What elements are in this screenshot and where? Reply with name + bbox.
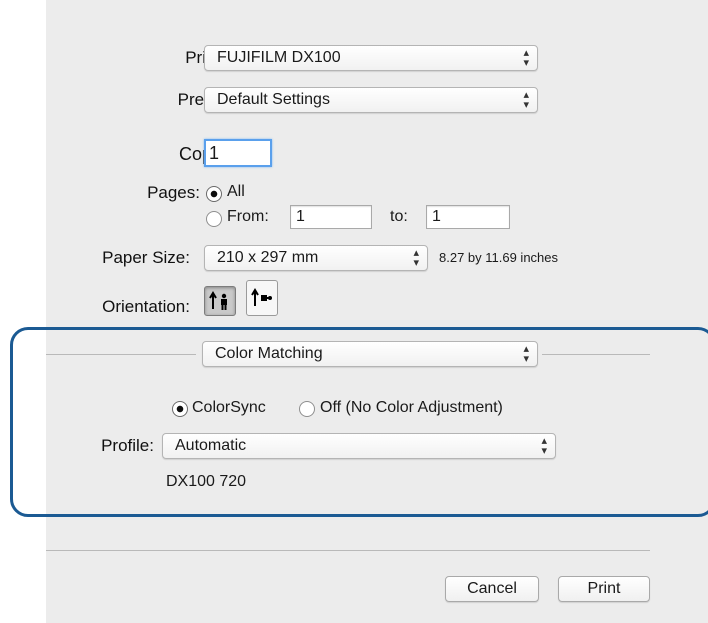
no-color-adjustment-label: Off (No Color Adjustment)	[320, 399, 503, 416]
pages-label: Pages:	[147, 183, 200, 202]
up-down-arrows-icon: ▴ ▾	[523, 343, 529, 365]
up-down-arrows-icon: ▴ ▾	[541, 435, 547, 457]
profile-label: Profile:	[101, 436, 154, 455]
presets-value: Default Settings	[217, 91, 330, 108]
paper-size-popup[interactable]: 210 x 297 mm ▴ ▾	[204, 245, 428, 271]
pages-to-label: to:	[390, 208, 408, 225]
pages-from-field[interactable]: 1	[290, 205, 372, 229]
printer-value: FUJIFILM DX100	[217, 49, 341, 66]
pages-from-label: From:	[227, 208, 269, 225]
up-down-arrows-icon: ▴ ▾	[523, 47, 529, 69]
colorsync-label: ColorSync	[192, 399, 266, 416]
section-separator-right	[542, 354, 650, 355]
up-down-arrows-icon: ▴ ▾	[523, 89, 529, 111]
portrait-orientation-icon	[209, 291, 227, 310]
print-button[interactable]: Print	[558, 576, 650, 602]
profile-popup[interactable]: Automatic ▴ ▾	[162, 433, 556, 459]
colorsync-radio[interactable]	[172, 401, 188, 417]
print-dialog: Printer: FUJIFILM DX100 ▴▾ Presets: Defa…	[46, 0, 708, 623]
copies-field[interactable]: 1	[204, 139, 272, 167]
paper-size-value: 210 x 297 mm	[217, 249, 319, 266]
profile-name: DX100 720	[166, 473, 247, 490]
portrait-orientation-button[interactable]	[204, 286, 236, 316]
paper-size-label: Paper Size:	[102, 248, 190, 267]
pages-all-radio[interactable]	[206, 186, 222, 202]
section-separator-left	[46, 354, 196, 355]
pages-from-radio[interactable]	[206, 211, 222, 227]
bottom-separator	[46, 550, 650, 551]
cancel-button[interactable]: Cancel	[445, 576, 539, 602]
landscape-orientation-icon	[251, 288, 272, 306]
pages-all-label: All	[227, 183, 245, 200]
section-value: Color Matching	[215, 345, 323, 362]
profile-value: Automatic	[175, 437, 247, 454]
orientation-label: Orientation:	[102, 297, 190, 316]
presets-popup[interactable]: Default Settings ▴ ▾	[204, 87, 538, 113]
printer-popup[interactable]: FUJIFILM DX100 ▴ ▾	[204, 45, 538, 71]
pages-to-field[interactable]: 1	[426, 205, 510, 229]
paper-dimensions: 8.27 by 11.69 inches	[439, 250, 559, 265]
section-popup[interactable]: Color Matching ▴ ▾	[202, 341, 538, 367]
no-color-adjustment-radio[interactable]	[299, 401, 315, 417]
up-down-arrows-icon: ▴ ▾	[413, 247, 419, 269]
landscape-orientation-button[interactable]	[246, 280, 278, 316]
